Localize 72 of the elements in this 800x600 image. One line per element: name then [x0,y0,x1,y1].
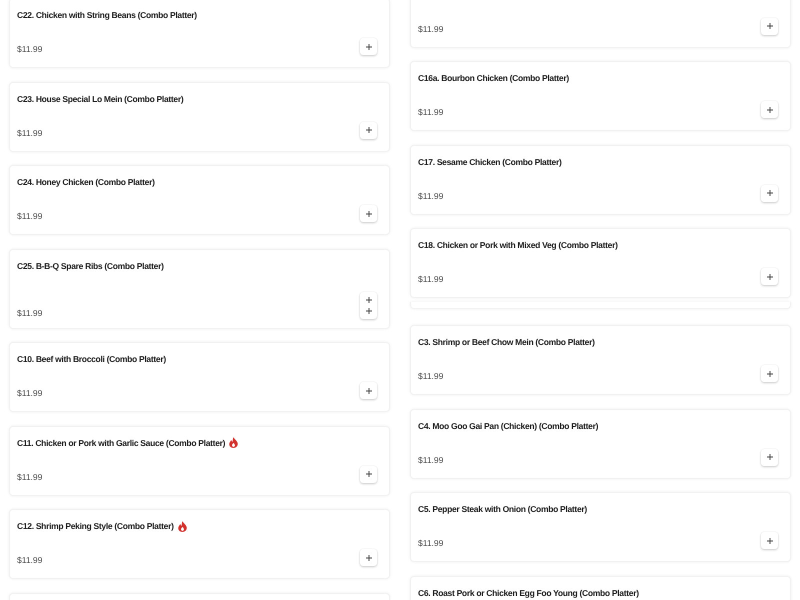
menu-item-card[interactable]: C5. Pepper Steak with Onion (Combo Platter) $11.99 [410,492,791,562]
add-button[interactable] [360,382,377,399]
item-title: C5. Pepper Steak with Onion (Combo Platter) [418,503,587,515]
plus-icon [766,23,772,29]
menu-item-card[interactable]: C18. Chicken or Pork with Mixed Veg (Combo Platter) $11.99 [410,228,791,298]
menu-item-card[interactable]: C3. Shrimp or Beef Chow Mein (Combo Platter) $11.99 [410,325,791,395]
menu-item-card[interactable]: C10. Beef with Broccoli (Combo Platter) $11.99 [9,342,390,412]
item-price: $11.99 [418,454,444,466]
add-button[interactable] [360,122,377,138]
item-price: $11.99 [418,273,444,285]
menu-item-card[interactable]: C16a. Bourbon Chicken (Combo Platter) $11.99 [410,61,791,131]
item-price: $11.99 [418,537,444,549]
menu-item-card[interactable]: C4. Moo Goo Gai Pan (Chicken) (Combo Platter) $11.99 [410,408,791,478]
plus-icon [366,127,372,133]
item-title: C4. Moo Goo Gai Pan (Chicken) (Combo Platter) [418,420,598,432]
item-price: $11.99 [17,470,42,482]
add-button[interactable] [360,466,377,482]
item-title: C22. Chicken with String Beans (Combo Platter) [17,9,197,21]
add-button[interactable] [761,18,778,34]
item-price: $11.99 [418,370,444,382]
menu-item-card[interactable]: C24. Honey Chicken (Combo Platter) $11.99 [9,165,390,235]
item-title: C6. Roast Pork or Chicken Egg Foo Young (Combo Platter) [418,586,639,598]
plus-icon [766,370,772,376]
plus-icon [366,471,372,477]
item-title: C12. Shrimp Peking Style (Combo Platter) [17,520,174,532]
plus-icon [766,274,772,280]
item-title: C17. Sesame Chicken (Combo Platter) [418,156,562,168]
plus-icon [366,44,372,50]
add-button[interactable] [761,268,778,285]
add-button[interactable] [360,205,377,222]
add-button[interactable] [761,532,778,549]
menu-item-card[interactable]: C22. Chicken with String Beans (Combo Platter) $11.99 [9,0,390,68]
item-price: $11.99 [17,306,42,318]
item-title: C24. Honey Chicken (Combo Platter) [17,176,155,188]
item-price: $11.99 [17,126,42,138]
menu-item-card[interactable]: C12. Shrimp Peking Style (Combo Platter) $11.99 [9,509,390,579]
menu-item-card[interactable]: C11. Chicken or Pork with Garlic Sauce (Combo Platter) $11.99 [9,426,390,496]
menu-item-card[interactable]: $11.99 [410,0,791,48]
item-price: $11.99 [17,43,42,55]
item-price: $11.99 [418,22,444,34]
plus-icon [766,454,772,460]
plus-icon [366,210,372,216]
menu-item-card[interactable]: C23. House Special Lo Mein (Combo Platter) $11.99 [9,82,390,152]
item-title: C25. B-B-Q Spare Ribs (Combo Platter) [17,260,164,272]
item-title: C18. Chicken or Pork with Mixed Veg (Combo Platter) [418,239,618,251]
menu-item-card[interactable]: C25. B-B-Q Spare Ribs (Combo Platter) $11.99 [9,248,390,328]
item-title: C11. Chicken or Pork with Garlic Sauce (Combo Platter) [17,436,226,448]
menu-item-card[interactable]: C6. Roast Pork or Chicken Egg Foo Young (Combo Platter) [410,576,791,600]
plus-icon [366,554,372,560]
add-button[interactable] [360,549,377,566]
item-title: C10. Beef with Broccoli (Combo Platter) [17,353,166,365]
plus-icon [766,538,772,544]
item-price: $11.99 [418,106,444,118]
add-button[interactable] [360,38,377,55]
item-title: C23. House Special Lo Mein (Combo Platter) [17,92,184,104]
add-button[interactable] [761,365,778,382]
add-button[interactable] [761,184,778,202]
item-price: $11.99 [17,554,42,566]
item-price: $11.99 [17,387,42,399]
add-button[interactable] [360,292,377,318]
add-button[interactable] [761,101,778,118]
item-title: C3. Shrimp or Beef Chow Mein (Combo Platter) [418,336,595,348]
item-price: $11.99 [418,190,444,202]
plus-icon [366,388,372,394]
item-title: C16a. Bourbon Chicken (Combo Platter) [418,72,569,84]
plus-icon [366,296,372,302]
plus-icon [366,308,372,314]
item-price: $11.99 [17,210,42,222]
menu-item-card[interactable]: C17. Sesame Chicken (Combo Platter) $11.99 [410,144,791,214]
add-button[interactable] [761,448,778,466]
plus-icon [766,106,772,112]
plus-icon [766,190,772,196]
